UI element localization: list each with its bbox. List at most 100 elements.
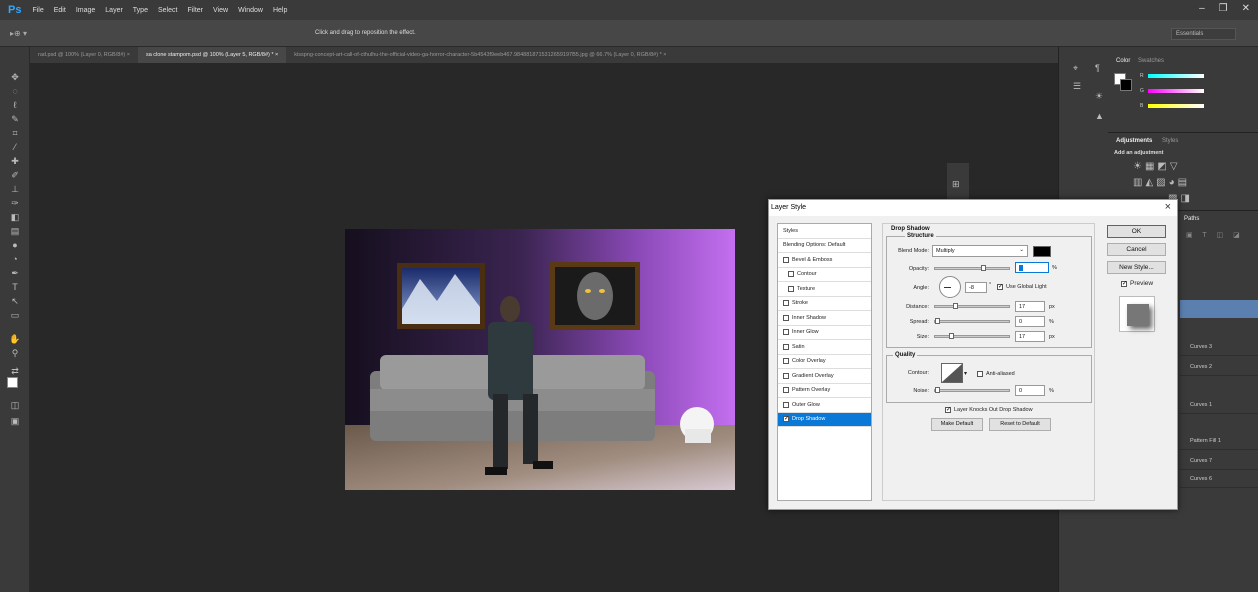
lasso-icon[interactable]: ℓ <box>9 99 21 111</box>
menu-edit[interactable]: Edit <box>49 7 71 14</box>
channel-g-slider[interactable] <box>1148 89 1204 93</box>
move-tool-icon[interactable]: ▸⊕ ▾ <box>10 29 27 38</box>
opacity-slider-handle[interactable] <box>981 265 986 271</box>
foreground-color-swatch[interactable] <box>7 377 18 388</box>
spread-input[interactable]: 0 <box>1015 316 1045 327</box>
screen-mode-icon[interactable]: ▣ <box>9 415 21 427</box>
menu-window[interactable]: Window <box>233 7 268 14</box>
contour-picker[interactable] <box>941 363 963 383</box>
gradient-overlay-item[interactable]: Gradient Overlay <box>778 369 871 384</box>
tab-styles[interactable]: Styles <box>1158 135 1182 147</box>
gradient-overlay-checkbox[interactable] <box>783 372 789 379</box>
tab-clone-stamp[interactable]: sa clone stampom.psd @ 100% (Layer 5, RG… <box>137 47 287 63</box>
bevel-emboss-checkbox[interactable] <box>783 256 789 263</box>
menu-filter[interactable]: Filter <box>182 7 208 14</box>
tab-paths[interactable]: Paths <box>1180 213 1203 225</box>
layer-row[interactable]: Pattern Fill 1 <box>1180 432 1258 450</box>
eraser-icon[interactable]: ◧ <box>9 211 21 223</box>
rectangle-icon[interactable]: ▭ <box>9 309 21 321</box>
new-style-button[interactable]: New Style... <box>1107 261 1166 274</box>
pattern-overlay-item[interactable]: Pattern Overlay <box>778 384 871 398</box>
paragraph-panel-icon[interactable]: ¶ <box>1095 63 1100 73</box>
menu-help[interactable]: Help <box>268 7 292 14</box>
noise-slider-handle[interactable] <box>935 387 940 393</box>
clone-stamp-icon[interactable]: ⊥ <box>9 183 21 195</box>
anti-aliased-checkbox[interactable] <box>977 371 983 377</box>
tool-preset-icon[interactable]: ⊞ <box>952 179 960 190</box>
distance-slider[interactable] <box>934 303 1010 309</box>
outer-glow-item[interactable]: Outer Glow <box>778 398 871 413</box>
type-icon[interactable]: T <box>9 281 21 293</box>
menu-image[interactable]: Image <box>71 7 100 14</box>
blending-options-item[interactable]: Blending Options: Default <box>778 239 871 253</box>
history-brush-icon[interactable]: ✑ <box>9 197 21 209</box>
document-canvas[interactable] <box>345 229 735 490</box>
satin-item[interactable]: Satin <box>778 340 871 355</box>
channel-b-slider[interactable] <box>1148 104 1204 108</box>
zoom-icon[interactable]: ⚲ <box>9 347 21 359</box>
color-overlay-item[interactable]: Color Overlay <box>778 355 871 369</box>
menu-layer[interactable]: Layer <box>100 7 128 14</box>
tab-swatches[interactable]: Swatches <box>1134 55 1168 67</box>
restore-icon[interactable]: ❐ <box>1219 3 1228 14</box>
stroke-item[interactable]: Stroke <box>778 297 871 311</box>
reset-default-button[interactable]: Reset to Default <box>989 418 1051 431</box>
contour-dropdown-icon[interactable]: ▾ <box>964 370 967 377</box>
menu-select[interactable]: Select <box>153 7 182 14</box>
dialog-title-bar[interactable]: Layer Style × <box>769 200 1177 216</box>
path-select-icon[interactable]: ↖ <box>9 295 21 307</box>
size-slider[interactable] <box>934 333 1010 339</box>
use-global-light-checkbox[interactable]: ✓ <box>997 284 1003 290</box>
menu-type[interactable]: Type <box>128 7 153 14</box>
tab-adjustments[interactable]: Adjustments <box>1112 135 1156 147</box>
noise-slider[interactable] <box>934 387 1010 393</box>
workspace-switcher[interactable]: Essentials <box>1171 28 1236 40</box>
inner-glow-checkbox[interactable] <box>783 329 789 336</box>
color-bg-swatch[interactable] <box>1120 79 1132 91</box>
quick-mask-icon[interactable]: ◫ <box>9 399 21 411</box>
healing-icon[interactable]: ✚ <box>9 155 21 167</box>
adjustment-icons-row2[interactable]: ▥◭▨◕▤ <box>1133 177 1190 188</box>
brush-icon[interactable]: ✐ <box>9 169 21 181</box>
blend-mode-select[interactable]: Multiply ⌄ <box>932 245 1028 257</box>
drop-shadow-item[interactable]: ✓ Drop Shadow <box>778 412 871 427</box>
color-overlay-checkbox[interactable] <box>783 358 789 365</box>
texture-checkbox[interactable] <box>788 285 794 292</box>
drop-shadow-checkbox[interactable]: ✓ <box>783 416 789 423</box>
close-icon[interactable]: × <box>1165 201 1171 213</box>
menu-view[interactable]: View <box>208 7 233 14</box>
swap-colors-icon[interactable]: ⇄ <box>9 365 21 377</box>
distance-slider-handle[interactable] <box>953 303 958 309</box>
selected-layer-row[interactable] <box>1180 300 1258 318</box>
gradient-icon[interactable]: ▤ <box>9 225 21 237</box>
noise-input[interactable]: 0 <box>1015 385 1045 396</box>
adjustment-icons-row1[interactable]: ☀▦◩▽ <box>1133 161 1181 172</box>
crop-icon[interactable]: ⌗ <box>9 127 21 139</box>
layer-row[interactable]: Curves 6 <box>1180 470 1258 488</box>
tab-rad[interactable]: rad.psd @ 100% (Layer 0, RGB/8#) × <box>30 52 138 58</box>
inner-shadow-item[interactable]: Inner Shadow <box>778 311 871 326</box>
size-slider-handle[interactable] <box>949 333 954 339</box>
cancel-button[interactable]: Cancel <box>1107 243 1166 256</box>
layer-row[interactable]: Curves 2 <box>1180 358 1258 376</box>
opacity-input[interactable] <box>1015 262 1049 273</box>
angle-input[interactable]: -8 <box>965 282 987 293</box>
distance-input[interactable]: 17 <box>1015 301 1045 312</box>
pen-icon[interactable]: ✒ <box>9 267 21 279</box>
satin-checkbox[interactable] <box>783 343 789 350</box>
layer-row[interactable]: Curves 7 <box>1180 452 1258 470</box>
contour-checkbox[interactable] <box>788 271 794 278</box>
pattern-overlay-checkbox[interactable] <box>783 387 789 394</box>
eyedropper-icon[interactable]: ⁄ <box>9 141 21 153</box>
knocks-out-checkbox[interactable]: ✓ <box>945 407 951 413</box>
marquee-icon[interactable]: ◌ <box>9 85 21 97</box>
dodge-icon[interactable]: ◔ <box>9 253 21 265</box>
angle-dial[interactable] <box>939 276 961 298</box>
layer-row[interactable]: Curves 3 <box>1180 338 1258 356</box>
tab-kisspng[interactable]: kisspng-concept-art-call-of-cthulhu-the-… <box>286 52 674 58</box>
menu-file[interactable]: File <box>27 7 48 14</box>
preview-checkbox[interactable]: ✓ <box>1121 281 1127 287</box>
hand-icon[interactable]: ✋ <box>9 333 21 345</box>
layer-filter-icons[interactable]: ▣ T ◫ ◪ <box>1186 231 1244 239</box>
tab-color[interactable]: Color <box>1112 55 1134 67</box>
